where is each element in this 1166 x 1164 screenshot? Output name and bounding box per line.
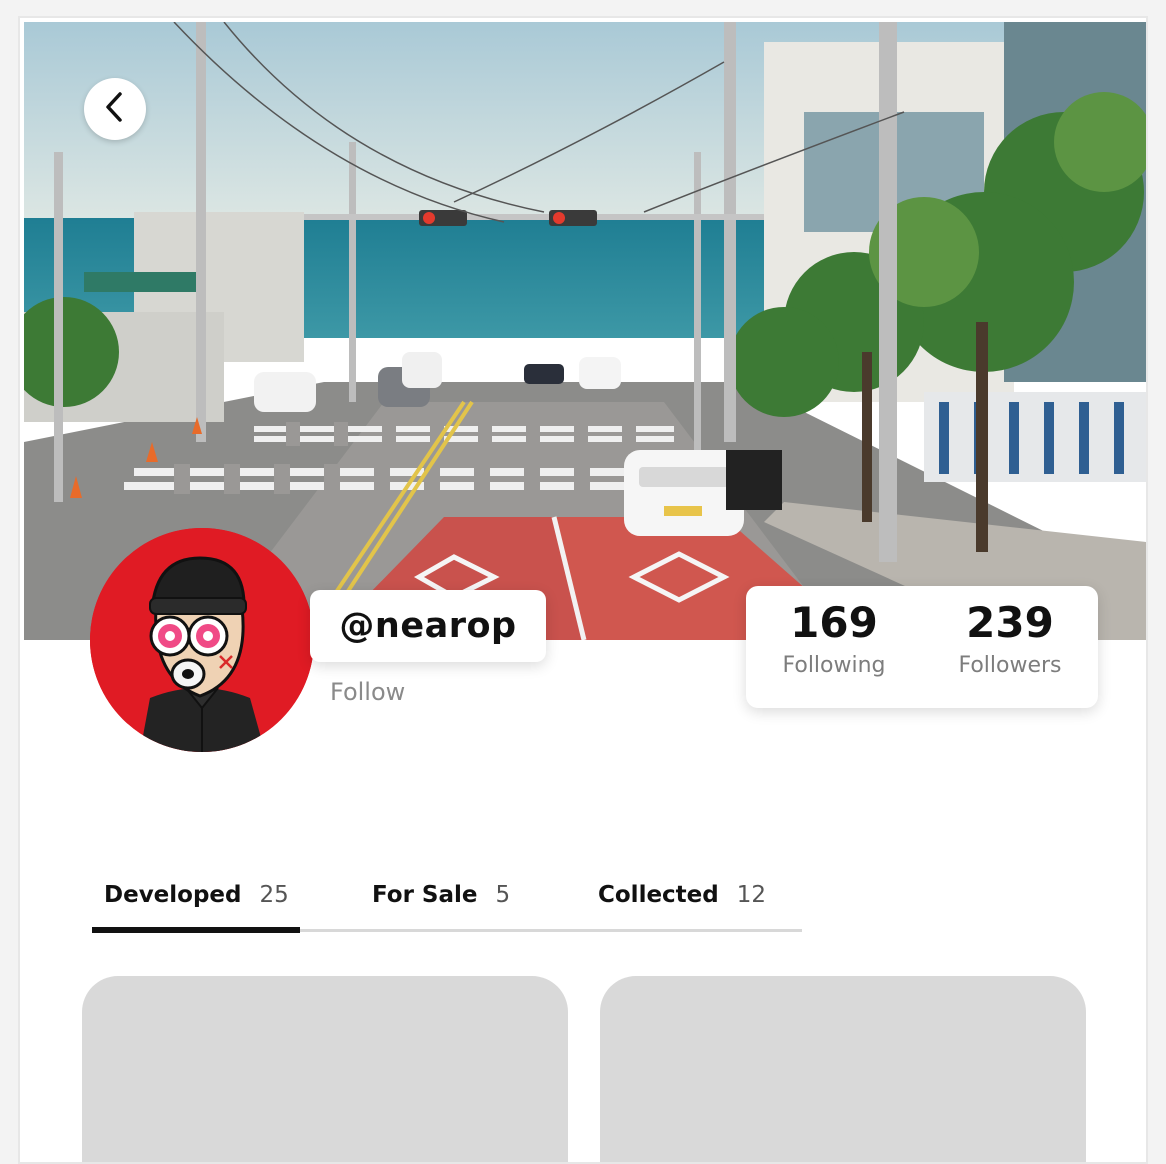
profile-screen: @nearop Follow 169 Following 239 Followe… xyxy=(18,16,1148,1164)
profile-tabs: Developed 25 For Sale 5 Collected 12 xyxy=(92,868,802,936)
stats-card: 169 Following 239 Followers xyxy=(746,586,1098,708)
tab-count: 12 xyxy=(736,882,767,908)
username: @nearop xyxy=(339,606,517,646)
chevron-left-icon xyxy=(102,91,128,127)
avatar xyxy=(90,528,314,752)
following-stat[interactable]: 169 Following xyxy=(746,586,922,708)
followers-label: Followers xyxy=(958,653,1062,678)
back-button[interactable] xyxy=(84,78,146,140)
following-count: 169 xyxy=(790,598,878,647)
tab-label: Collected xyxy=(598,882,719,908)
tab-label: Developed xyxy=(104,882,242,908)
tab-count: 5 xyxy=(495,882,511,908)
tab-count: 25 xyxy=(259,882,289,908)
tab-collected[interactable]: Collected 12 xyxy=(598,882,766,908)
handle-card: @nearop xyxy=(310,590,546,662)
active-tab-indicator xyxy=(92,927,300,933)
nft-card-placeholder[interactable] xyxy=(600,976,1086,1162)
followers-stat[interactable]: 239 Followers xyxy=(922,586,1098,708)
followers-count: 239 xyxy=(966,598,1054,647)
tab-label: For Sale xyxy=(372,882,478,908)
tab-for-sale[interactable]: For Sale 5 xyxy=(372,882,510,908)
tab-developed[interactable]: Developed 25 xyxy=(104,882,289,908)
nft-card-placeholder[interactable] xyxy=(82,976,568,1162)
following-label: Following xyxy=(782,653,886,678)
follow-button[interactable]: Follow xyxy=(330,678,405,706)
